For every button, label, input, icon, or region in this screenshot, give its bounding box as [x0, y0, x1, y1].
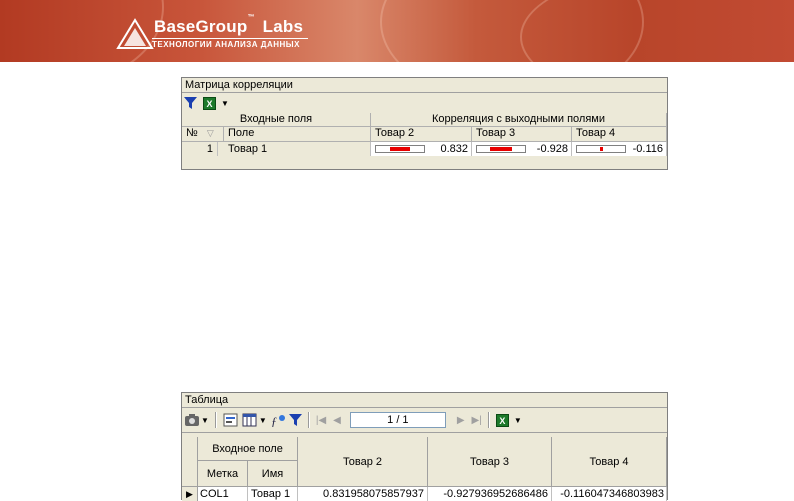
next-page-icon: ▶: [456, 414, 465, 426]
chevron-down-icon: ▼: [221, 98, 229, 108]
correlation-bar-fill: [390, 147, 410, 151]
column-header-output-2[interactable]: Товар 3: [472, 127, 572, 142]
chevron-down-icon: ▼: [513, 415, 522, 425]
sort-icon: ▽: [206, 128, 214, 138]
brand-tagline: ТЕХНОЛОГИИ АНАЛИЗА ДАННЫХ: [152, 40, 300, 49]
calculator-button[interactable]: ƒ: [270, 412, 286, 429]
correlation-value: 0.832: [440, 143, 468, 155]
cell-value: -0.927936952686486: [428, 487, 552, 501]
last-page-icon: ▶|: [471, 414, 482, 426]
filter-button[interactable]: [288, 412, 302, 429]
correlation-toolbar: X ▼: [182, 93, 667, 114]
brand-labs: Labs: [262, 17, 304, 36]
columns-button[interactable]: ▼: [242, 412, 267, 429]
properties-button[interactable]: [223, 412, 239, 429]
svg-text:ƒ: ƒ: [271, 414, 277, 427]
chevron-down-icon: ▼: [258, 415, 267, 425]
group-header-input: Входные поля: [182, 113, 371, 127]
excel-export-icon: X: [203, 96, 216, 110]
table-toolbar: ▼ ▼ ƒ |◀ ◀ 1 / 1 ▶ ▶| X ▼: [182, 408, 667, 433]
brand-divider: [152, 38, 308, 39]
logo-triangle-icon: [116, 18, 154, 49]
column-header-field[interactable]: Поле: [224, 127, 371, 142]
column-header-output-1[interactable]: Товар 2: [298, 437, 428, 487]
group-header-output: Корреляция с выходными полями: [371, 113, 667, 127]
table-row[interactable]: ▶ COL1 Товар 1 0.831958075857937 -0.9279…: [182, 487, 667, 501]
column-header-output-3[interactable]: Товар 4: [572, 127, 667, 142]
camera-icon: [185, 414, 199, 426]
toolbar-separator: [214, 412, 217, 428]
chevron-down-icon: ▼: [201, 415, 209, 425]
excel-export-button[interactable]: X ▼: [203, 95, 229, 112]
filter-icon: [184, 97, 197, 109]
correlation-cell: -0.928: [472, 142, 572, 156]
cell-value: -0.116047346803983: [552, 487, 667, 501]
grid-columns-icon: [242, 413, 257, 427]
column-header-output-3[interactable]: Товар 4: [552, 437, 667, 487]
excel-export-icon: X: [495, 413, 509, 427]
last-page-button[interactable]: ▶|: [472, 412, 482, 429]
correlation-matrix-panel: Матрица корреляции X ▼ Входные поля Корр…: [181, 77, 668, 170]
correlation-bar: [576, 145, 626, 153]
brand-name: BaseGroup: [154, 17, 248, 36]
properties-icon: [223, 413, 238, 427]
row-number: 1: [182, 142, 218, 156]
previous-page-button[interactable]: ◀: [333, 412, 341, 429]
view-options-button[interactable]: ▼: [184, 412, 209, 429]
cell-name: Товар 1: [248, 487, 298, 501]
row-indicator-header: [182, 437, 198, 487]
correlation-bar: [476, 145, 526, 153]
toolbar-separator: [487, 412, 490, 428]
panel-title: Таблица: [182, 393, 667, 408]
correlation-value: -0.928: [536, 143, 568, 155]
banner-swirl: [520, 0, 794, 62]
correlation-cell: 0.832: [371, 142, 472, 156]
column-header-name[interactable]: Имя: [248, 461, 298, 487]
cell-label: COL1: [198, 487, 248, 501]
row-field: Товар 1: [218, 142, 371, 156]
next-page-button[interactable]: ▶: [457, 412, 465, 429]
correlation-bar: [375, 145, 425, 153]
panel-title: Матрица корреляции: [182, 78, 667, 93]
trademark-mark: ™: [247, 14, 255, 21]
current-row-icon: ▶: [182, 487, 198, 501]
column-header-output-1[interactable]: Товар 2: [371, 127, 472, 142]
brand-logo-text: BaseGroup™ Labs: [154, 14, 304, 37]
correlation-grid: Входные поля Корреляция с выходными поля…: [182, 113, 667, 170]
data-grid: Входное поле Метка Имя Товар 2 Товар 3 Т…: [182, 437, 667, 501]
correlation-bar-fill: [599, 147, 603, 151]
cell-value: 0.831958075857937: [298, 487, 428, 501]
group-header-input: Входное поле: [198, 437, 298, 461]
previous-page-icon: ◀: [333, 414, 341, 426]
data-table-panel: Таблица ▼ ▼ ƒ |◀ ◀ 1 / 1 ▶ ▶| X ▼ Входно…: [181, 392, 668, 501]
toolbar-separator: [307, 412, 310, 428]
formula-icon: ƒ: [271, 414, 285, 427]
column-header-num-label: №: [186, 127, 198, 139]
correlation-value: -0.116: [632, 143, 663, 155]
column-header-num[interactable]: № ▽: [182, 127, 224, 142]
filter-button[interactable]: [184, 95, 197, 112]
header-banner: BaseGroup™ Labs ТЕХНОЛОГИИ АНАЛИЗА ДАННЫХ: [0, 0, 794, 62]
correlation-bar-fill: [490, 147, 512, 151]
first-page-button[interactable]: |◀: [316, 412, 326, 429]
column-header-output-2[interactable]: Товар 3: [428, 437, 552, 487]
correlation-cell: -0.116: [572, 142, 667, 156]
page-indicator[interactable]: 1 / 1: [349, 412, 446, 428]
table-row[interactable]: 1 Товар 1 0.832 -0.928 -0.116: [182, 142, 667, 156]
column-header-label[interactable]: Метка: [198, 461, 248, 487]
first-page-icon: |◀: [315, 414, 327, 426]
excel-export-button[interactable]: X ▼: [495, 412, 522, 429]
filter-icon: [288, 414, 302, 426]
